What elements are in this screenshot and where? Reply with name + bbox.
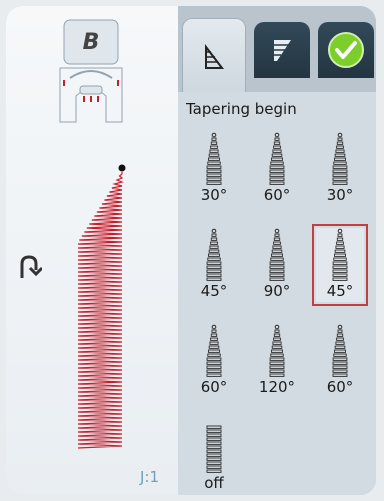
tab-taper-begin[interactable] <box>182 18 246 95</box>
taper-end-icon <box>274 40 291 61</box>
confirm-check-icon <box>328 32 364 68</box>
taper-option-label: 45° <box>200 282 228 300</box>
taper-begin-icon <box>205 44 225 69</box>
tab-bar <box>178 6 376 95</box>
taper-pattern-icon <box>206 324 222 377</box>
taper-option-label: 90° <box>263 282 291 300</box>
taper-option-2[interactable]: 30° <box>316 132 364 206</box>
taper-pattern-icon <box>206 228 222 281</box>
taper-option-8[interactable]: 60° <box>316 324 364 398</box>
taper-option-label: off <box>204 474 224 492</box>
taper-option-label: 120° <box>258 378 296 396</box>
stitch-preview-area: B J:1 <box>6 6 178 495</box>
stitch-preview <box>77 164 126 449</box>
foot-letter: B <box>83 30 100 55</box>
stitch-position-label: J:1 <box>140 468 160 486</box>
taper-option-1[interactable]: 60° <box>253 132 301 206</box>
taper-option-label: 30° <box>200 186 228 204</box>
stitch-start-dot <box>118 164 126 172</box>
taper-option-label: 60° <box>200 378 228 396</box>
taper-option-9[interactable]: off <box>190 420 238 494</box>
taper-option-0[interactable]: 30° <box>190 132 238 206</box>
taper-option-label: 45° <box>326 282 354 300</box>
taper-pattern-icon <box>206 425 222 473</box>
taper-option-7[interactable]: 120° <box>253 324 301 398</box>
taper-pattern-icon <box>269 324 285 377</box>
presser-foot-icon[interactable]: B <box>56 16 126 126</box>
tapering-options-panel: Tapering begin 30° 60° 30° 45° 90° 45° 60° 120°… <box>178 92 376 495</box>
taper-pattern-icon <box>332 228 348 281</box>
tapering-panel: Tapering begin 30° 60° 30° 45° 90° 45° 60° 120°… <box>178 6 376 495</box>
tab-confirm[interactable] <box>318 22 374 78</box>
taper-option-label: 60° <box>326 378 354 396</box>
tab-taper-end[interactable] <box>254 22 310 78</box>
panel-title: Tapering begin <box>186 100 297 118</box>
taper-option-label: 60° <box>263 186 291 204</box>
taper-pattern-icon <box>332 324 348 377</box>
taper-option-5[interactable]: 45° <box>312 224 368 306</box>
taper-option-3[interactable]: 45° <box>190 228 238 302</box>
taper-option-4[interactable]: 90° <box>253 228 301 302</box>
taper-pattern-icon <box>269 132 285 185</box>
sewing-ui-frame: B J:1 Tapering begin 30° 60° 30° 45° 90°… <box>6 6 376 495</box>
taper-pattern-icon <box>269 228 285 281</box>
needle-rotate-icon[interactable] <box>16 254 42 282</box>
taper-option-label: 30° <box>326 186 354 204</box>
taper-pattern-icon <box>206 132 222 185</box>
taper-option-6[interactable]: 60° <box>190 324 238 398</box>
taper-pattern-icon <box>332 132 348 185</box>
